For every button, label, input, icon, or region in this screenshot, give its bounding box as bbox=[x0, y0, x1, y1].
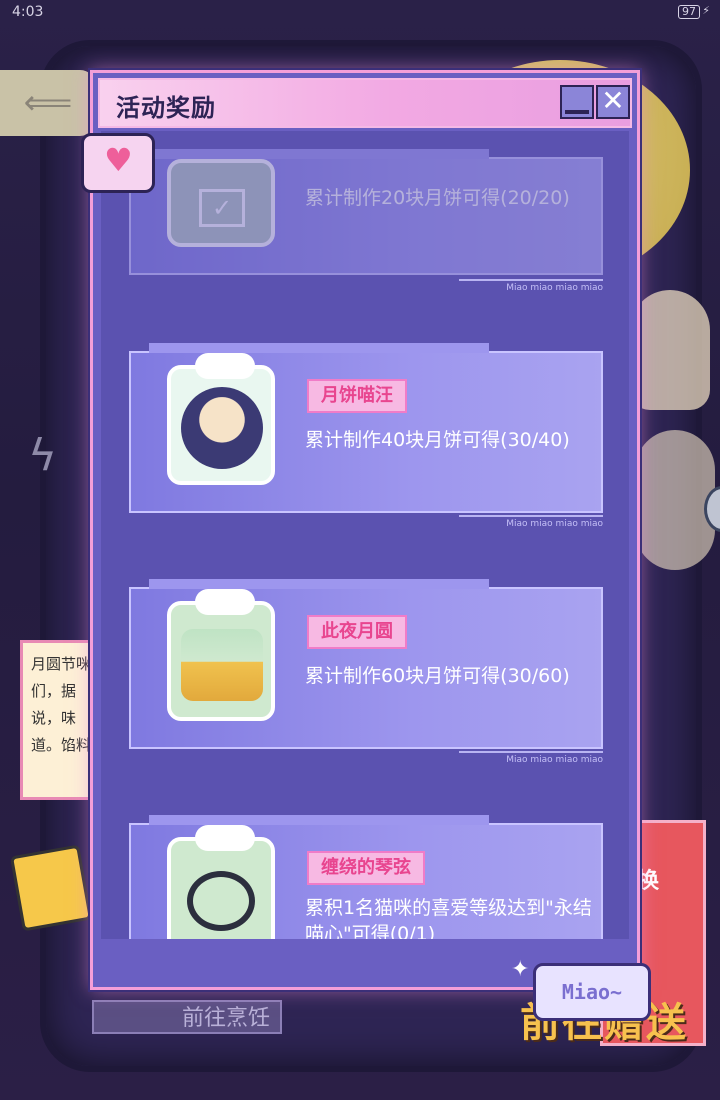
dialog-title: 活动奖励 bbox=[116, 94, 216, 122]
sparkle-icon: ✦ bbox=[511, 957, 530, 982]
reward-description: 累积1名猫咪的喜爱等级达到"永结喵心"可得(0/1) bbox=[305, 897, 592, 939]
heart-badge: ♥ bbox=[81, 133, 155, 193]
footer-text: Miao miao miao miao bbox=[506, 283, 603, 293]
reward-description: 累计制作60块月饼可得(30/60) bbox=[305, 665, 570, 687]
rewards-list[interactable]: ✓ 累计制作20块月饼可得(20/20) Miao miao miao miao… bbox=[101, 131, 629, 939]
card-footer: Miao miao miao miao bbox=[129, 279, 603, 293]
ribbon-bow bbox=[195, 589, 255, 615]
lightning-icon: ϟ bbox=[28, 430, 58, 481]
back-button[interactable]: ⟸ bbox=[0, 70, 96, 136]
footer-text: Miao miao miao miao bbox=[506, 755, 603, 765]
reward-name-badge: 月饼喵汪 bbox=[307, 379, 407, 413]
reward-description: 累计制作20块月饼可得(20/20) bbox=[305, 187, 570, 209]
rewards-dialog: 活动奖励 ✕ ✓ 累计制作20块月饼可得(20/20) Miao miao mi… bbox=[81, 70, 651, 1021]
cook-button[interactable]: 前往烹饪 bbox=[92, 1000, 282, 1034]
reward-icon bbox=[167, 837, 275, 939]
reward-card: 月饼喵汪 累计制作40块月饼可得(30/40) bbox=[129, 343, 603, 513]
ribbon-bow bbox=[195, 825, 255, 851]
reward-card: 缠绕的琴弦 累积1名猫咪的喜爱等级达到"永结喵心"可得(0/1) bbox=[129, 815, 603, 939]
ribbon-bow bbox=[195, 353, 255, 379]
background-cat-sticker bbox=[635, 430, 715, 570]
card-footer: Miao miao miao miao bbox=[129, 515, 603, 529]
gift-icon bbox=[9, 844, 93, 932]
back-arrow-icon: ⟸ bbox=[23, 83, 73, 123]
reward-icon bbox=[167, 365, 275, 485]
reward-icon bbox=[167, 601, 275, 721]
status-time: 4:03 bbox=[12, 4, 44, 20]
reward-description: 累计制作40块月饼可得(30/40) bbox=[305, 429, 570, 451]
card-footer: Miao miao miao miao bbox=[129, 751, 603, 765]
reward-name-badge: 缠绕的琴弦 bbox=[307, 851, 425, 885]
reward-icon: ✓ bbox=[167, 159, 275, 247]
minimize-button[interactable] bbox=[560, 85, 594, 119]
close-button[interactable]: ✕ bbox=[596, 85, 630, 119]
reward-card: ✓ 累计制作20块月饼可得(20/20) bbox=[129, 149, 603, 275]
background-cat-sticker bbox=[630, 290, 710, 410]
reward-card: 此夜月圆 累计制作60块月饼可得(30/60) bbox=[129, 579, 603, 749]
reward-art-cat bbox=[181, 387, 263, 469]
dialog-titlebar: 活动奖励 ✕ bbox=[98, 78, 632, 128]
reward-art-cats-on-cake bbox=[181, 629, 263, 701]
footer-text: Miao miao miao miao bbox=[506, 519, 603, 529]
heart-icon: ♥ bbox=[104, 141, 133, 179]
miao-tag: Miao~ bbox=[533, 963, 651, 1021]
close-icon: ✕ bbox=[601, 84, 625, 117]
checkmark-icon: ✓ bbox=[199, 189, 245, 227]
status-bar: 4:03 97 ⚡ bbox=[0, 0, 720, 24]
battery-indicator: 97 bbox=[678, 5, 700, 19]
reward-art-string bbox=[187, 871, 255, 931]
charging-icon: ⚡ bbox=[702, 4, 710, 17]
reward-name-badge: 此夜月圆 bbox=[307, 615, 407, 649]
